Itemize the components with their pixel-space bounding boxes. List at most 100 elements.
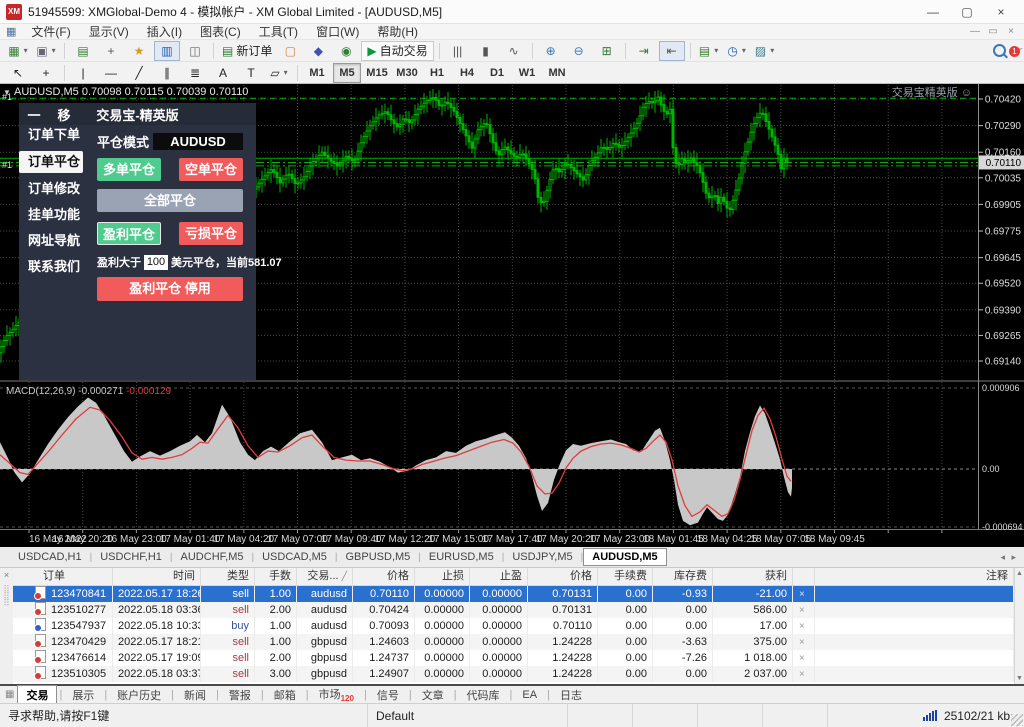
- text-label-button[interactable]: T: [238, 63, 264, 83]
- line-chart-mode-button[interactable]: ∿: [501, 41, 527, 61]
- timeframe-h1-button[interactable]: H1: [423, 63, 451, 83]
- menu-view[interactable]: 显示(V): [80, 24, 138, 40]
- profiles-button[interactable]: ▣▾: [33, 41, 59, 61]
- vertical-line-button[interactable]: |: [70, 63, 96, 83]
- menu-insert[interactable]: 插入(I): [138, 24, 191, 40]
- timeframe-m15-button[interactable]: M15: [363, 63, 391, 83]
- scroll-up-icon[interactable]: ▲: [1016, 570, 1023, 577]
- terminal-tab-6[interactable]: 市场120: [311, 685, 362, 704]
- close-short-button[interactable]: 空单平仓: [179, 158, 243, 181]
- terminal-tab-ea[interactable]: EA: [514, 688, 545, 702]
- close-mode-symbol-field[interactable]: AUDUSD: [153, 133, 243, 150]
- new-order-button[interactable]: ▤新订单: [219, 41, 275, 61]
- trade-assistant-panel[interactable]: 交易宝-精英版 一 移 订单下单 订单平仓 订单修改 挂单功能 网址导航 联系我…: [19, 103, 256, 380]
- order-row[interactable]: 1234704292022.05.17 18:21:39sell1.00gbpu…: [13, 634, 1014, 650]
- panel-menu-web-nav[interactable]: 网址导航: [19, 231, 95, 251]
- order-row[interactable]: 1235103052022.05.18 03:37:11sell3.00gbpu…: [13, 666, 1014, 682]
- trendline-button[interactable]: ╱: [126, 63, 152, 83]
- column-header[interactable]: 库存费: [653, 568, 713, 585]
- profit-close-toggle-button[interactable]: 盈利平仓 停用: [97, 277, 243, 301]
- panel-minimize-button[interactable]: 一: [19, 105, 49, 124]
- menu-help[interactable]: 帮助(H): [368, 24, 427, 40]
- column-header[interactable]: 手续费: [598, 568, 653, 585]
- data-window-button[interactable]: +: [98, 41, 124, 61]
- terminal-tab-8[interactable]: 文章: [414, 686, 452, 704]
- orders-scrollbar[interactable]: ▲ ▼: [1014, 568, 1024, 684]
- profit-threshold-input[interactable]: [144, 255, 168, 270]
- terminal-tab-7[interactable]: 信号: [369, 686, 407, 704]
- horizontal-line-button[interactable]: —: [98, 63, 124, 83]
- column-header[interactable]: 订单: [13, 568, 113, 585]
- terminal-tab-1[interactable]: 展示: [64, 686, 102, 704]
- chart-minimize-button[interactable]: —: [966, 26, 984, 37]
- terminal-tab-4[interactable]: 警报: [221, 686, 259, 704]
- tile-windows-button[interactable]: ⊞: [594, 41, 620, 61]
- column-header[interactable]: 获利: [713, 568, 793, 585]
- web-community-button[interactable]: ◉: [333, 41, 359, 61]
- market-watch-button[interactable]: ▤: [70, 41, 96, 61]
- chart-area[interactable]: 0.704200.702900.701600.700350.699050.697…: [0, 84, 1024, 547]
- panel-menu-contact-us[interactable]: 联系我们: [19, 257, 95, 277]
- column-header[interactable]: 价格: [353, 568, 415, 585]
- column-header[interactable]: 交易...╱: [297, 568, 353, 585]
- timeframe-h4-button[interactable]: H4: [453, 63, 481, 83]
- window-maximize-button[interactable]: ▢: [950, 1, 984, 23]
- tab-scroll-arrows-icon[interactable]: ◂ ▸: [1000, 552, 1024, 563]
- chart-tab-usdjpy-m5[interactable]: USDJPY,M5: [504, 549, 580, 565]
- order-row[interactable]: 1235479372022.05.18 10:33:12buy1.00audus…: [13, 618, 1014, 634]
- chart-close-button[interactable]: ×: [1002, 26, 1020, 37]
- timeframe-m5-button[interactable]: M5: [333, 63, 361, 83]
- column-header[interactable]: 价格: [528, 568, 598, 585]
- menu-window[interactable]: 窗口(W): [307, 24, 368, 40]
- history-center-button[interactable]: ▢: [277, 41, 303, 61]
- text-button[interactable]: A: [210, 63, 236, 83]
- metaeditor-button[interactable]: ◆: [305, 41, 331, 61]
- panel-menu-place-order[interactable]: 订单下单: [19, 125, 95, 145]
- terminal-tab-5[interactable]: 邮箱: [266, 686, 304, 704]
- column-header[interactable]: 手数: [255, 568, 297, 585]
- timeframe-w1-button[interactable]: W1: [513, 63, 541, 83]
- navigator-button[interactable]: ★: [126, 41, 152, 61]
- terminal-tab-9[interactable]: 代码库: [459, 686, 508, 704]
- toolbox-drag-handle[interactable]: ⠿⠿⠿: [0, 586, 13, 607]
- periods-button[interactable]: ◷▾: [724, 41, 750, 61]
- zoom-out-button[interactable]: ⊖: [566, 41, 592, 61]
- status-profile-selector[interactable]: Default: [368, 704, 568, 727]
- terminal-tab-11[interactable]: 日志: [552, 686, 590, 704]
- cursor-button[interactable]: ↖: [5, 63, 31, 83]
- order-row[interactable]: 1234766142022.05.17 19:09:58sell2.00gbpu…: [13, 650, 1014, 666]
- order-row[interactable]: 1234708412022.05.17 18:26:48sell1.00audu…: [13, 586, 1014, 602]
- close-all-button[interactable]: 全部平仓: [97, 189, 243, 212]
- close-loss-button[interactable]: 亏损平仓: [179, 222, 243, 245]
- close-order-button[interactable]: ×: [793, 637, 805, 648]
- scroll-down-icon[interactable]: ▼: [1016, 675, 1023, 682]
- bar-chart-mode-button[interactable]: |||: [445, 41, 471, 61]
- close-long-button[interactable]: 多单平仓: [97, 158, 161, 181]
- order-row[interactable]: 1235102772022.05.18 03:36:06sell2.00audu…: [13, 602, 1014, 618]
- indicators-button[interactable]: ▤▾: [696, 41, 722, 61]
- menu-file[interactable]: 文件(F): [22, 24, 79, 40]
- window-close-button[interactable]: ×: [984, 1, 1018, 23]
- fibonacci-button[interactable]: ≣: [182, 63, 208, 83]
- shapes-button[interactable]: ▱▾: [266, 63, 292, 83]
- search-icon[interactable]: [993, 44, 1006, 57]
- chart-tab-audusd-m5[interactable]: AUDUSD,M5: [583, 548, 666, 566]
- chart-tab-usdcad-m5[interactable]: USDCAD,M5: [254, 549, 335, 565]
- close-order-button[interactable]: ×: [793, 669, 805, 680]
- timeframe-m30-button[interactable]: M30: [393, 63, 421, 83]
- crosshair-button[interactable]: +: [33, 63, 59, 83]
- terminal-tab-2[interactable]: 账户历史: [109, 686, 169, 704]
- equidistant-channel-button[interactable]: ∥: [154, 63, 180, 83]
- chart-tab-eurusd-m5[interactable]: EURUSD,M5: [421, 549, 502, 565]
- auto-trading-button[interactable]: ▶自动交易: [361, 41, 433, 61]
- toolbox-close-icon[interactable]: ×: [0, 568, 13, 580]
- timeframe-m1-button[interactable]: M1: [303, 63, 331, 83]
- terminal-toggle-button[interactable]: ▥: [154, 41, 180, 61]
- chart-tab-usdcad-h1[interactable]: USDCAD,H1: [10, 549, 90, 565]
- panel-move-button[interactable]: 移: [49, 105, 79, 124]
- column-header[interactable]: 止盈: [470, 568, 528, 585]
- menu-charts[interactable]: 图表(C): [191, 24, 250, 40]
- column-header[interactable]: 时间: [113, 568, 201, 585]
- auto-scroll-button[interactable]: ⇥: [631, 41, 657, 61]
- panel-menu-close-order[interactable]: 订单平仓: [19, 151, 83, 173]
